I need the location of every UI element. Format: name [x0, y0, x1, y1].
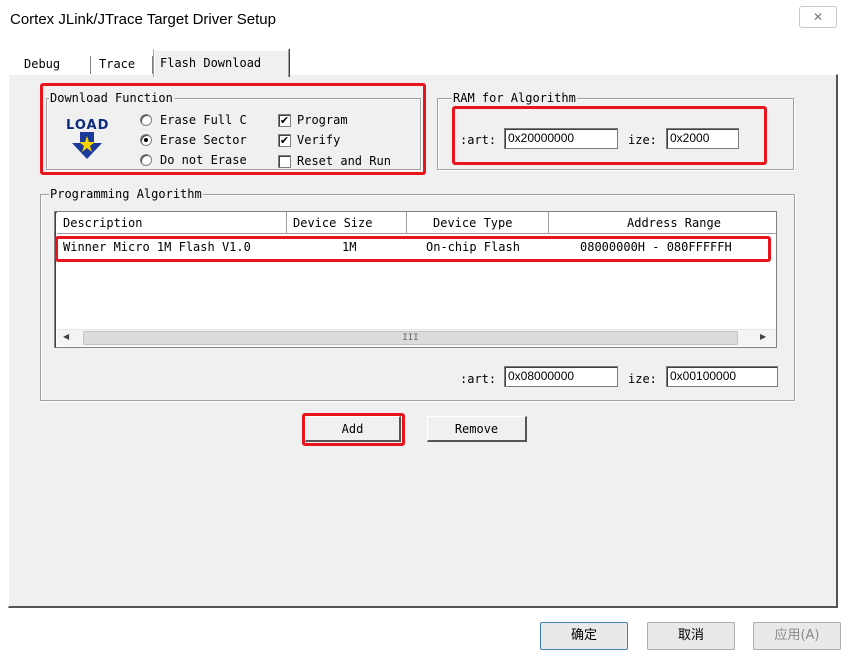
- tab-label: Trace: [99, 57, 136, 71]
- tab-divider: [90, 56, 91, 74]
- flash-size-label: ize:: [628, 372, 657, 386]
- programming-algorithm-label: Programming Algorithm: [49, 187, 203, 201]
- scroll-thumb[interactable]: III: [83, 331, 738, 345]
- add-button-highlight: [302, 413, 405, 446]
- flash-start-input[interactable]: 0x08000000: [504, 366, 618, 387]
- column-device-size[interactable]: Device Size: [287, 212, 407, 234]
- tab-trace[interactable]: Trace: [93, 52, 142, 75]
- remove-button[interactable]: Remove: [427, 416, 527, 442]
- apply-button[interactable]: 应用(A): [753, 622, 841, 650]
- remove-button-label: Remove: [454, 422, 499, 436]
- horizontal-scrollbar[interactable]: ◀ III ▶: [57, 329, 776, 346]
- close-icon: ✕: [812, 10, 824, 24]
- flash-start-label: :art:: [460, 372, 497, 386]
- algorithm-list[interactable]: Description Device Size Device Type Addr…: [54, 211, 777, 348]
- tab-debug[interactable]: Debug: [18, 52, 67, 75]
- ram-for-algorithm-highlight: [452, 106, 767, 165]
- column-device-type[interactable]: Device Type: [407, 212, 549, 234]
- cancel-button[interactable]: 取消: [647, 622, 735, 650]
- algorithm-row-highlight: [55, 236, 771, 262]
- close-button[interactable]: ✕: [799, 6, 837, 28]
- tab-label: Debug: [24, 57, 61, 71]
- column-address-range[interactable]: Address Range: [549, 212, 776, 234]
- ok-button[interactable]: 确定: [540, 622, 628, 650]
- grip-icon: III: [402, 333, 419, 343]
- ok-button-label: 确定: [570, 628, 597, 643]
- column-description[interactable]: Description: [57, 212, 287, 234]
- window-title: Cortex JLink/JTrace Target Driver Setup: [10, 11, 276, 28]
- scroll-left-icon[interactable]: ◀: [63, 332, 69, 341]
- ram-for-algorithm-label: RAM for Algorithm: [452, 91, 577, 105]
- flash-size-input[interactable]: 0x00100000: [666, 366, 778, 387]
- scroll-right-icon[interactable]: ▶: [760, 332, 766, 341]
- download-function-highlight: [40, 83, 426, 175]
- tab-flash-download[interactable]: Flash Download: [153, 49, 289, 77]
- cancel-button-label: 取消: [677, 628, 704, 643]
- apply-button-label: 应用(A): [774, 628, 820, 643]
- tab-label: Flash Download: [160, 56, 262, 70]
